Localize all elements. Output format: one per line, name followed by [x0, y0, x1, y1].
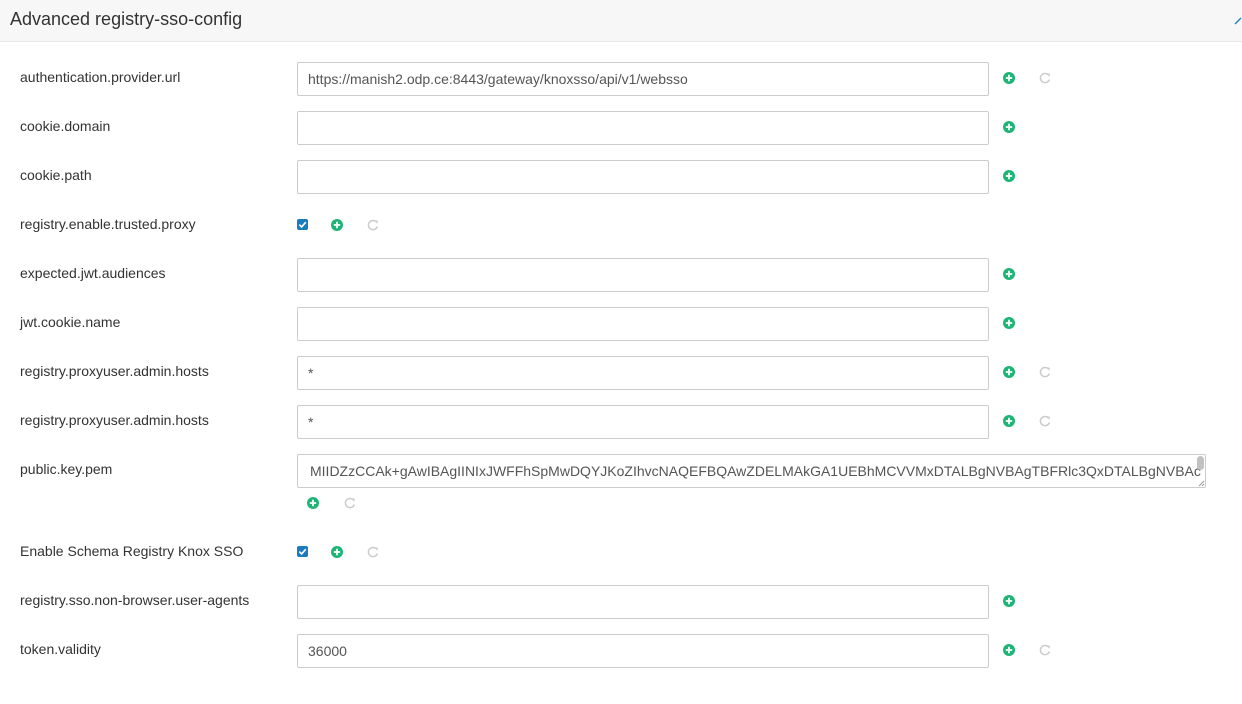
- section-header[interactable]: Advanced registry-sso-config: [0, 0, 1242, 42]
- field-row-cookie-path: cookie.path: [0, 160, 1242, 194]
- field-row-registry-proxyuser-admin-hosts: registry.proxyuser.admin.hosts: [0, 405, 1242, 439]
- undo-icon[interactable]: [1038, 414, 1052, 428]
- proxyuser-admin-hosts-input[interactable]: [297, 356, 989, 390]
- plus-circle-icon[interactable]: [1002, 267, 1016, 281]
- field-row-enable-schema-registry-knox-sso: Enable Schema Registry Knox SSO: [0, 536, 1242, 570]
- field-label: registry.proxyuser.admin.hosts: [20, 412, 209, 428]
- field-label: cookie.domain: [20, 118, 111, 134]
- section-title: Advanced registry-sso-config: [10, 9, 243, 29]
- field-label: registry.sso.non-browser.user-agents: [20, 592, 250, 608]
- checkmark-icon: [298, 221, 307, 229]
- field-row-cookie-domain: cookie.domain: [0, 111, 1242, 145]
- public-key-pem-wrapper: MIIDZzCCAk+gAwIBAgIINIxJWFFhSpMwDQYJKoZI…: [297, 454, 1206, 488]
- plus-circle-icon[interactable]: [1002, 120, 1016, 134]
- field-label: jwt.cookie.name: [20, 314, 121, 330]
- collapse-icon[interactable]: [1234, 17, 1242, 25]
- field-label: registry.proxyuser.admin.hosts: [20, 363, 209, 379]
- textarea-scrollbar[interactable]: [1197, 456, 1204, 470]
- field-row-registry-proxyuser-admin-hosts: registry.proxyuser.admin.hosts: [0, 356, 1242, 390]
- plus-circle-icon[interactable]: [1002, 414, 1016, 428]
- plus-circle-icon[interactable]: [1002, 316, 1016, 330]
- field-row-authentication-provider-url: authentication.provider.url: [0, 62, 1242, 96]
- field-row-jwt-cookie-name: jwt.cookie.name: [0, 307, 1242, 341]
- expected-jwt-audiences-input[interactable]: [297, 258, 989, 292]
- knox-sso-checkbox[interactable]: [297, 546, 308, 557]
- undo-icon[interactable]: [343, 496, 357, 510]
- cookie-domain-input[interactable]: [297, 111, 989, 145]
- field-label: cookie.path: [20, 167, 92, 183]
- checkmark-icon: [298, 548, 307, 556]
- resize-grip-icon[interactable]: [1198, 480, 1205, 487]
- plus-circle-icon[interactable]: [1002, 71, 1016, 85]
- field-label: Enable Schema Registry Knox SSO: [20, 543, 244, 559]
- proxyuser-admin-hosts-input[interactable]: [297, 405, 989, 439]
- field-row-registry-sso-non-browser-user-agents: registry.sso.non-browser.user-agents: [0, 585, 1242, 619]
- plus-circle-icon[interactable]: [1002, 365, 1016, 379]
- jwt-cookie-name-input[interactable]: [297, 307, 989, 341]
- undo-icon[interactable]: [1038, 643, 1052, 657]
- field-label: public.key.pem: [20, 461, 113, 477]
- undo-icon[interactable]: [366, 218, 380, 232]
- field-label: authentication.provider.url: [20, 69, 181, 85]
- plus-circle-icon[interactable]: [1002, 643, 1016, 657]
- undo-icon[interactable]: [1038, 71, 1052, 85]
- plus-circle-icon[interactable]: [330, 218, 344, 232]
- plus-circle-icon[interactable]: [1002, 169, 1016, 183]
- plus-circle-icon[interactable]: [306, 496, 320, 510]
- authentication-provider-url-input[interactable]: [297, 62, 989, 96]
- field-row-public-key-pem: public.key.pem MIIDZzCCAk+gAwIBAgIINIxJW…: [0, 454, 1242, 516]
- plus-circle-icon[interactable]: [330, 545, 344, 559]
- field-label: token.validity: [20, 641, 101, 657]
- field-row-registry-enable-trusted-proxy: registry.enable.trusted.proxy: [0, 209, 1242, 243]
- plus-circle-icon[interactable]: [1002, 594, 1016, 608]
- non-browser-user-agents-input[interactable]: [297, 585, 989, 619]
- undo-icon[interactable]: [1038, 365, 1052, 379]
- field-row-token-validity: token.validity: [0, 634, 1242, 668]
- public-key-pem-textarea[interactable]: MIIDZzCCAk+gAwIBAgIINIxJWFFhSpMwDQYJKoZI…: [297, 454, 1206, 488]
- field-row-expected-jwt-audiences: expected.jwt.audiences: [0, 258, 1242, 292]
- cookie-path-input[interactable]: [297, 160, 989, 194]
- field-label: registry.enable.trusted.proxy: [20, 216, 196, 232]
- field-label: expected.jwt.audiences: [20, 265, 166, 281]
- trusted-proxy-checkbox[interactable]: [297, 219, 308, 230]
- undo-icon[interactable]: [366, 545, 380, 559]
- token-validity-input[interactable]: [297, 634, 989, 668]
